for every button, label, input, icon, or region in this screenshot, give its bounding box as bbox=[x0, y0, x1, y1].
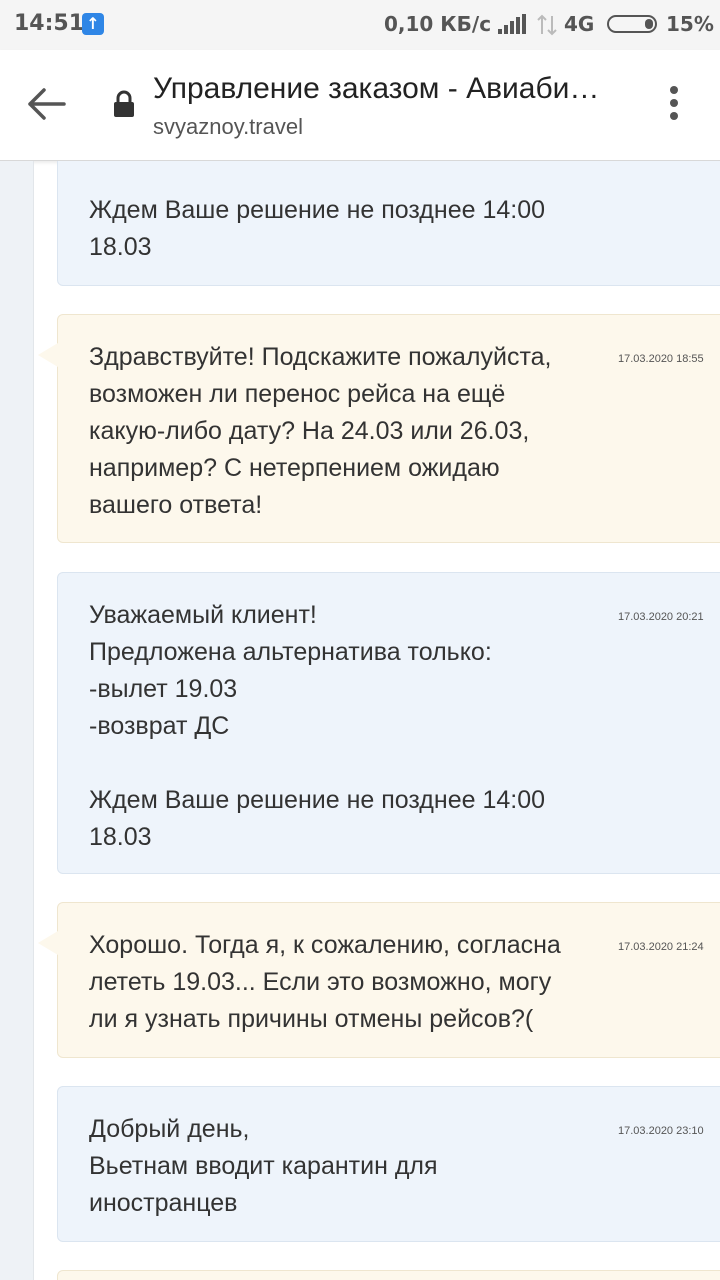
status-network: 4G bbox=[564, 12, 595, 36]
message-date: 17.03.2020 20:21 bbox=[618, 611, 704, 623]
status-battery: 15% bbox=[666, 12, 714, 36]
lock-icon[interactable] bbox=[112, 90, 136, 118]
message-support: 17.03.2020 23:10 Добрый день, Вьетнам вв… bbox=[57, 1086, 720, 1242]
message-client: 17.03.2020 18:55 Здравствуйте! Подскажит… bbox=[38, 314, 720, 543]
message-text: Хорошо. Тогда я, к сожалению, согласна л… bbox=[89, 931, 561, 1033]
status-speed: 0,10 КБ/с bbox=[384, 12, 492, 36]
status-time: 14:51 bbox=[14, 11, 85, 36]
page-url[interactable]: svyaznoy.travel bbox=[153, 114, 303, 140]
message-support: 17.03.2020 20:21 Уважаемый клиент! Предл… bbox=[57, 572, 720, 874]
browser-toolbar: Управление заказом - Авиаби… svyaznoy.tr… bbox=[0, 50, 720, 161]
message-text: Добрый день, Вьетнам вводит карантин для… bbox=[89, 1115, 438, 1217]
message-support: Ждем Ваше решение не позднее 14:00 18.03 bbox=[57, 161, 720, 286]
message-date: 17.03.2020 23:10 bbox=[618, 1125, 704, 1137]
data-transfer-icon bbox=[537, 14, 557, 36]
status-bar: 14:51 ↑ 0,10 КБ/с 4G 15% bbox=[0, 0, 720, 50]
message-client: 17.03.2020 21:24 Хорошо. Тогда я, к сожа… bbox=[38, 902, 720, 1058]
message-text: Уважаемый клиент! Предложена альтернатив… bbox=[89, 601, 546, 851]
message-date: 17.03.2020 21:24 bbox=[618, 941, 704, 953]
page-title[interactable]: Управление заказом - Авиаби… bbox=[153, 72, 633, 106]
signal-icon bbox=[498, 14, 526, 34]
chat-content[interactable]: Ждем Ваше решение не позднее 14:00 18.03… bbox=[0, 161, 720, 1280]
message-client-partial bbox=[57, 1270, 720, 1280]
upload-notification-icon: ↑ bbox=[82, 13, 104, 35]
message-date: 17.03.2020 18:55 bbox=[618, 353, 704, 365]
battery-icon bbox=[607, 15, 657, 33]
message-text: Здравствуйте! Подскажите пожалуйста, воз… bbox=[89, 343, 552, 519]
message-text: Ждем Ваше решение не позднее 14:00 18.03 bbox=[89, 196, 546, 261]
overflow-menu-icon[interactable] bbox=[660, 84, 688, 124]
left-rail bbox=[0, 161, 34, 1280]
back-arrow-icon[interactable] bbox=[26, 86, 70, 122]
